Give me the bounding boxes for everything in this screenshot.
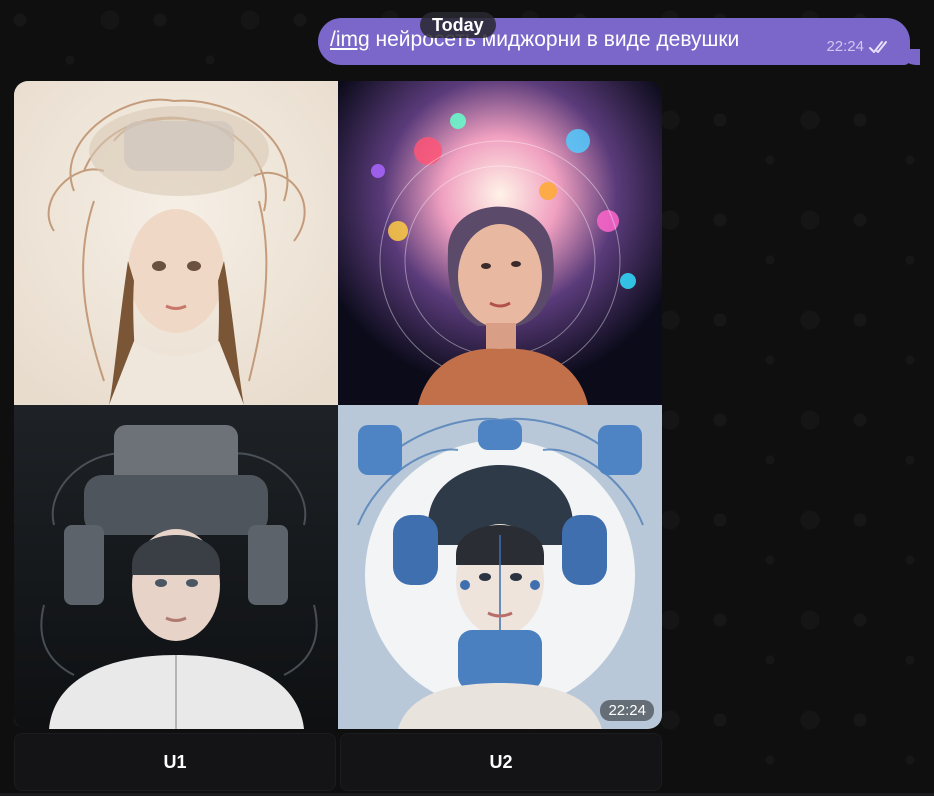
image-time-badge: 22:24 (600, 700, 654, 721)
outgoing-message-bubble[interactable]: /img нейросеть миджорни в виде девушки 2… (318, 18, 920, 65)
image-message[interactable]: 22:24 (14, 81, 662, 729)
message-time: 22:24 (826, 38, 864, 55)
message-meta: 22:24 (826, 38, 892, 55)
bot-command-link[interactable]: /img (330, 28, 370, 51)
girl-mechanical-helmet-image (14, 405, 338, 729)
double-check-icon (868, 39, 892, 55)
image-tile-4[interactable]: 22:24 (338, 405, 662, 729)
girl-wire-hair-image (14, 81, 338, 405)
bubble-tail (900, 49, 920, 65)
inline-keyboard: U1 U2 (14, 733, 662, 791)
upscale-1-button[interactable]: U1 (14, 733, 336, 791)
message-text: /img нейросеть миджорни в виде девушки (330, 28, 739, 52)
image-tile-3[interactable] (14, 405, 338, 729)
girl-colorful-burst-image (338, 81, 662, 405)
date-separator: Today (420, 12, 496, 38)
image-tile-2[interactable] (338, 81, 662, 405)
image-tile-1[interactable] (14, 81, 338, 405)
girl-blue-robot-headphones-image (338, 405, 662, 729)
upscale-2-button[interactable]: U2 (340, 733, 662, 791)
